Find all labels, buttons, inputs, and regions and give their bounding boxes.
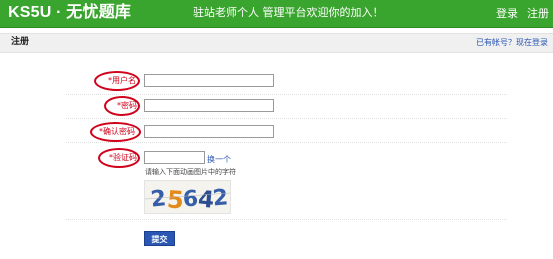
login-link[interactable]: 登录 [496,7,518,21]
top-header-bar: KS5U · 无忧题库 驻站老师个人 管理平台欢迎你的加入！ 登录 注册 [0,0,553,28]
brand-logo[interactable]: KS5U · 无忧题库 [8,3,131,23]
form-divider [66,142,507,143]
captcha-hint: 请输入下面动画图片中的字符 [145,168,236,176]
form-divider [66,219,507,220]
svg-text:2: 2 [212,185,229,211]
captcha-input[interactable] [144,151,205,164]
change-captcha-link[interactable]: 换一个 [207,155,231,165]
password-label: *密码 [117,101,137,110]
welcome-message: 驻站老师个人 管理平台欢迎你的加入！ [193,6,384,19]
captcha-label: *验证码 [109,153,137,162]
confirm-password-label: *确认密码 [99,127,135,136]
register-link[interactable]: 注册 [527,7,549,21]
username-label: *用户名 [108,76,136,85]
submit-button[interactable]: 提交 [144,231,175,246]
have-account-login-link[interactable]: 已有帐号？现在登录 [476,37,548,49]
password-input[interactable] [144,99,274,112]
form-divider [66,118,507,119]
username-input[interactable] [144,74,274,87]
page-title: 注册 [11,37,30,47]
page-title-bar: 注册 已有帐号？现在登录 [0,33,553,53]
captcha-image-graphic: 2 5 6 4 2 [144,185,231,215]
svg-text:2: 2 [150,186,168,212]
confirm-password-input[interactable] [144,125,274,138]
captcha-image[interactable]: 2 5 6 4 2 [144,180,231,215]
form-divider [66,94,507,95]
